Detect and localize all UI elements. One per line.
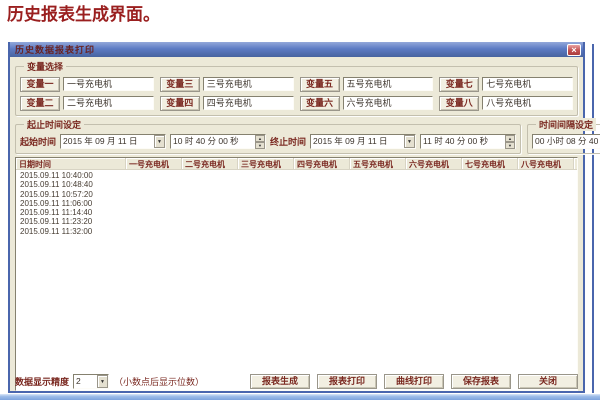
time-range-group: 起止时间设定 起始时间 2015 年 09 月 11 日 ▼ 10 时 40 分… <box>15 118 521 154</box>
column-header-charger-7[interactable]: 七号充电机 <box>462 158 518 170</box>
time-range-group-label: 起止时间设定 <box>24 118 84 131</box>
generate-report-button[interactable]: 报表生成 <box>250 374 310 389</box>
column-header-charger-4[interactable]: 四号充电机 <box>294 158 350 170</box>
column-header-charger-5[interactable]: 五号充电机 <box>350 158 406 170</box>
variable-4-button[interactable]: 变量四 <box>160 96 200 111</box>
interval-fields: 00 小时 08 分 40 秒 ▲ ▼ <box>532 134 600 149</box>
start-date-value: 2015 年 09 月 11 日 <box>61 135 154 148</box>
column-header-filler <box>574 158 577 170</box>
column-header-charger-8[interactable]: 八号充电机 <box>518 158 574 170</box>
column-header-charger-3[interactable]: 三号充电机 <box>238 158 294 170</box>
variable-selection-group: 变量选择 变量一 一号充电机 变量二 二号充电机 变量三 三号充电机 变量四 四… <box>15 60 578 116</box>
dialog-title: 历史数据报表打印 <box>15 43 567 57</box>
interval-group-label: 时间间隔设定 <box>536 118 596 131</box>
report-table[interactable]: 日期时间 一号充电机 二号充电机 三号充电机 四号充电机 五号充电机 六号充电机… <box>15 157 578 391</box>
column-header-charger-2[interactable]: 二号充电机 <box>182 158 238 170</box>
precision-label: 数据显示精度 <box>15 375 69 388</box>
table-row[interactable]: 2015.09.11 10:57:20 <box>16 190 577 199</box>
table-row[interactable]: 2015.09.11 11:14:40 <box>16 208 577 217</box>
dialog-titlebar[interactable]: 历史数据报表打印 × <box>10 42 583 57</box>
variable-pair-6: 变量六 六号充电机 <box>300 95 434 111</box>
column-header-charger-1[interactable]: 一号充电机 <box>126 158 182 170</box>
footer-bar: 数据显示精度 2 ▼ （小数点后显示位数） 报表生成 报表打印 曲线打印 保存报… <box>15 373 578 389</box>
dialog-client-area: 变量选择 变量一 一号充电机 变量二 二号充电机 变量三 三号充电机 变量四 四… <box>10 57 583 391</box>
variable-2-button[interactable]: 变量二 <box>20 96 60 111</box>
variable-pair-3: 变量三 三号充电机 <box>160 76 294 92</box>
report-table-body: 2015.09.11 10:40:00 2015.09.11 10:48:40 … <box>16 170 577 236</box>
interval-group: 时间间隔设定 00 小时 08 分 40 秒 ▲ ▼ <box>527 118 600 154</box>
variable-5-button[interactable]: 变量五 <box>300 77 340 92</box>
close-icon[interactable]: × <box>567 44 581 56</box>
precision-note: （小数点后显示位数） <box>114 375 204 388</box>
print-curve-button[interactable]: 曲线打印 <box>384 374 444 389</box>
end-time-label: 终止时间 <box>270 135 306 148</box>
spin-down-icon[interactable]: ▼ <box>505 142 515 149</box>
start-time-spin-buttons: ▲ ▼ <box>255 135 265 148</box>
variable-pair-1: 变量一 一号充电机 <box>20 76 154 92</box>
precision-dropdown-icon[interactable]: ▼ <box>97 375 108 388</box>
variable-7-field[interactable]: 七号充电机 <box>482 77 573 91</box>
table-row[interactable]: 2015.09.11 11:32:00 <box>16 227 577 236</box>
variable-pair-8: 变量八 八号充电机 <box>439 95 573 111</box>
interval-spinner[interactable]: 00 小时 08 分 40 秒 ▲ ▼ <box>532 134 600 149</box>
end-date-value: 2015 年 09 月 11 日 <box>311 135 404 148</box>
variable-3-button[interactable]: 变量三 <box>160 77 200 92</box>
end-time-spin-buttons: ▲ ▼ <box>505 135 515 148</box>
end-date-dropdown-icon[interactable]: ▼ <box>404 135 415 148</box>
spin-down-icon[interactable]: ▼ <box>255 142 265 149</box>
variable-1-field[interactable]: 一号充电机 <box>63 77 154 91</box>
variable-pair-4: 变量四 四号充电机 <box>160 95 294 111</box>
variable-grid: 变量一 一号充电机 变量二 二号充电机 变量三 三号充电机 变量四 四号充电机 … <box>20 76 573 111</box>
start-time-spinner[interactable]: 10 时 40 分 00 秒 ▲ ▼ <box>170 134 266 149</box>
end-date-picker[interactable]: 2015 年 09 月 11 日 ▼ <box>310 134 416 149</box>
table-row[interactable]: 2015.09.11 10:48:40 <box>16 180 577 189</box>
spin-up-icon[interactable]: ▲ <box>255 135 265 142</box>
precision-select[interactable]: 2 ▼ <box>73 374 109 389</box>
print-report-button[interactable]: 报表打印 <box>317 374 377 389</box>
end-time-spinner[interactable]: 11 时 40 分 00 秒 ▲ ▼ <box>420 134 516 149</box>
variable-6-field[interactable]: 六号充电机 <box>343 96 434 110</box>
background-window-border-right <box>592 44 594 393</box>
variable-5-field[interactable]: 五号充电机 <box>343 77 434 91</box>
variable-8-button[interactable]: 变量八 <box>439 96 479 111</box>
history-report-dialog: 历史数据报表打印 × 变量选择 变量一 一号充电机 变量二 二号充电机 变量三 … <box>8 42 585 393</box>
start-date-picker[interactable]: 2015 年 09 月 11 日 ▼ <box>60 134 166 149</box>
variable-6-button[interactable]: 变量六 <box>300 96 340 111</box>
variable-pair-7: 变量七 七号充电机 <box>439 76 573 92</box>
start-time-label: 起始时间 <box>20 135 56 148</box>
background-window-border-bottom <box>0 393 600 400</box>
variable-3-field[interactable]: 三号充电机 <box>203 77 294 91</box>
save-report-button[interactable]: 保存报表 <box>451 374 511 389</box>
variable-7-button[interactable]: 变量七 <box>439 77 479 92</box>
variable-1-button[interactable]: 变量一 <box>20 77 60 92</box>
time-settings-row: 起止时间设定 起始时间 2015 年 09 月 11 日 ▼ 10 时 40 分… <box>15 118 578 154</box>
close-button[interactable]: 关闭 <box>518 374 578 389</box>
variable-pair-2: 变量二 二号充电机 <box>20 95 154 111</box>
start-time-value: 10 时 40 分 00 秒 <box>171 135 255 148</box>
table-row[interactable]: 2015.09.11 11:06:00 <box>16 199 577 208</box>
variable-pair-5: 变量五 五号充电机 <box>300 76 434 92</box>
column-header-charger-6[interactable]: 六号充电机 <box>406 158 462 170</box>
table-row[interactable]: 2015.09.11 10:40:00 <box>16 171 577 180</box>
table-row[interactable]: 2015.09.11 11:23:20 <box>16 217 577 226</box>
time-range-fields: 起始时间 2015 年 09 月 11 日 ▼ 10 时 40 分 00 秒 ▲… <box>20 134 516 149</box>
interval-value: 00 小时 08 分 40 秒 <box>533 135 600 148</box>
precision-value: 2 <box>74 375 97 388</box>
end-time-value: 11 时 40 分 00 秒 <box>421 135 505 148</box>
spin-up-icon[interactable]: ▲ <box>505 135 515 142</box>
report-table-header: 日期时间 一号充电机 二号充电机 三号充电机 四号充电机 五号充电机 六号充电机… <box>16 158 577 170</box>
page-heading: 、历史报表生成界面。 <box>0 0 160 25</box>
column-header-datetime[interactable]: 日期时间 <box>16 158 126 170</box>
variable-8-field[interactable]: 八号充电机 <box>482 96 573 110</box>
variable-2-field[interactable]: 二号充电机 <box>63 96 154 110</box>
start-date-dropdown-icon[interactable]: ▼ <box>154 135 165 148</box>
variable-4-field[interactable]: 四号充电机 <box>203 96 294 110</box>
variable-group-label: 变量选择 <box>24 60 66 73</box>
